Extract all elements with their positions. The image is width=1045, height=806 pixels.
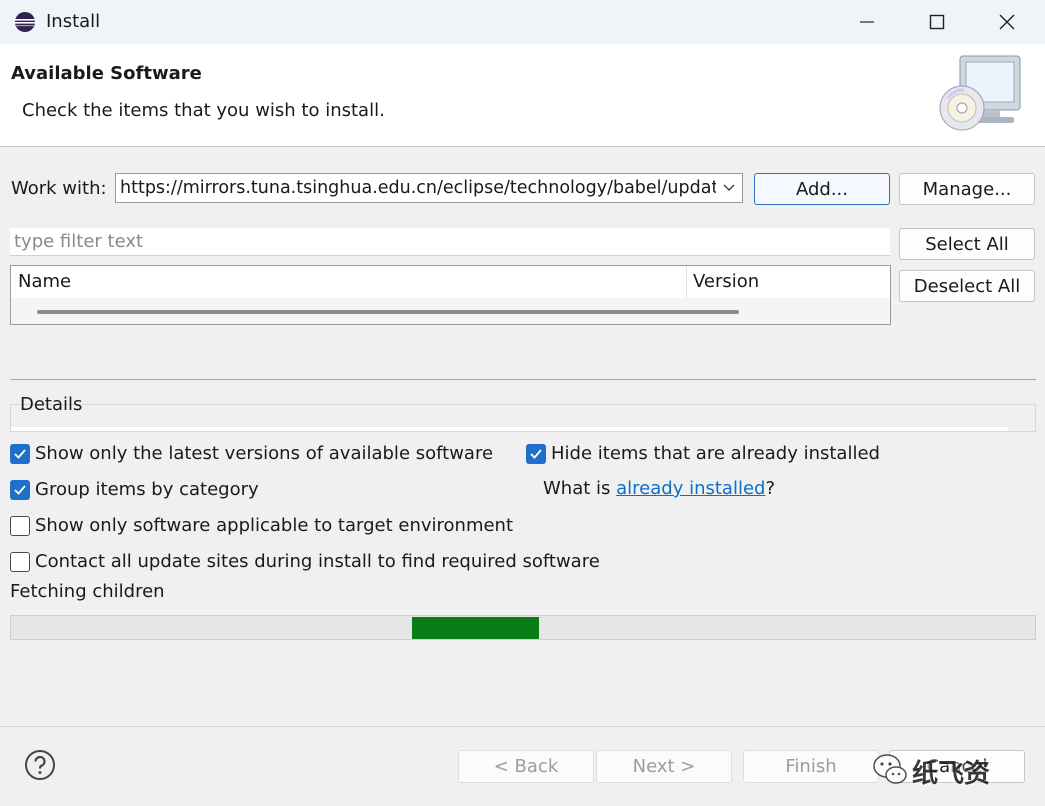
column-header-name[interactable]: Name	[18, 271, 71, 292]
checkbox-contact-update-sites[interactable]	[10, 551, 30, 572]
page-description: Check the items that you wish to install…	[22, 100, 385, 121]
installed-info: What is already installed?	[543, 478, 775, 499]
page-title: Available Software	[11, 63, 202, 84]
section-separator	[10, 379, 1036, 380]
progress-bar	[10, 615, 1036, 640]
work-with-combo[interactable]: https://mirrors.tuna.tsinghua.edu.cn/ecl…	[115, 173, 743, 203]
checkbox-target-environment[interactable]	[10, 515, 30, 536]
deselect-all-button[interactable]: Deselect All	[899, 270, 1035, 302]
chevron-down-icon[interactable]	[716, 184, 742, 192]
status-text: Fetching children	[10, 581, 165, 602]
maximize-icon	[929, 14, 945, 30]
option-group-by-category[interactable]: Group items by category	[10, 479, 259, 500]
option-latest-versions[interactable]: Show only the latest versions of availab…	[10, 443, 493, 464]
option-hide-installed[interactable]: Hide items that are already installed	[526, 443, 880, 464]
details-area	[11, 427, 1008, 431]
eclipse-icon	[14, 11, 36, 33]
checkbox-hide-installed[interactable]	[526, 443, 546, 464]
checkmark-icon	[14, 448, 26, 459]
filter-input[interactable]	[10, 228, 890, 256]
software-table[interactable]: Name Version	[10, 265, 891, 325]
window-title: Install	[46, 11, 101, 32]
manage-button[interactable]: Manage...	[899, 173, 1035, 205]
installed-info-prefix: What is	[543, 478, 617, 499]
already-installed-link[interactable]: already installed	[616, 478, 765, 499]
minimize-icon	[860, 21, 874, 23]
option-label: Group items by category	[35, 479, 259, 500]
next-button[interactable]: Next >	[596, 750, 732, 783]
help-icon[interactable]	[24, 749, 56, 781]
option-label: Hide items that are already installed	[551, 443, 880, 464]
option-target-environment[interactable]: Show only software applicable to target …	[10, 515, 513, 536]
option-contact-update-sites[interactable]: Contact all update sites during install …	[10, 551, 600, 572]
maximize-button[interactable]	[902, 0, 972, 44]
header-banner	[0, 44, 1045, 147]
horizontal-scrollbar[interactable]	[37, 310, 739, 314]
table-header: Name Version	[11, 266, 890, 298]
checkmark-icon	[530, 448, 542, 459]
option-label: Show only the latest versions of availab…	[35, 443, 494, 464]
work-with-value[interactable]: https://mirrors.tuna.tsinghua.edu.cn/ecl…	[116, 178, 716, 198]
details-label: Details	[20, 394, 83, 415]
back-button[interactable]: < Back	[458, 750, 594, 783]
minimize-button[interactable]	[832, 0, 902, 44]
option-label: Contact all update sites during install …	[35, 551, 600, 572]
wechat-icon	[872, 748, 908, 788]
work-with-label: Work with:	[11, 178, 107, 199]
close-icon	[999, 14, 1015, 30]
select-all-button[interactable]: Select All	[899, 228, 1035, 260]
close-button[interactable]	[972, 0, 1042, 44]
watermark-text: 纸飞资	[912, 759, 991, 789]
checkmark-icon	[14, 484, 26, 495]
progress-fill	[412, 617, 539, 639]
footer-separator	[0, 726, 1045, 727]
column-header-version[interactable]: Version	[693, 271, 759, 292]
finish-button[interactable]: Finish	[743, 750, 879, 783]
option-label: Show only software applicable to target …	[35, 515, 514, 536]
installed-info-suffix: ?	[765, 478, 776, 499]
column-divider[interactable]	[686, 266, 687, 298]
checkbox-latest-versions[interactable]	[10, 443, 30, 464]
checkbox-group-by-category[interactable]	[10, 479, 30, 500]
install-cd-icon	[934, 50, 1024, 140]
add-button[interactable]: Add...	[754, 173, 890, 205]
